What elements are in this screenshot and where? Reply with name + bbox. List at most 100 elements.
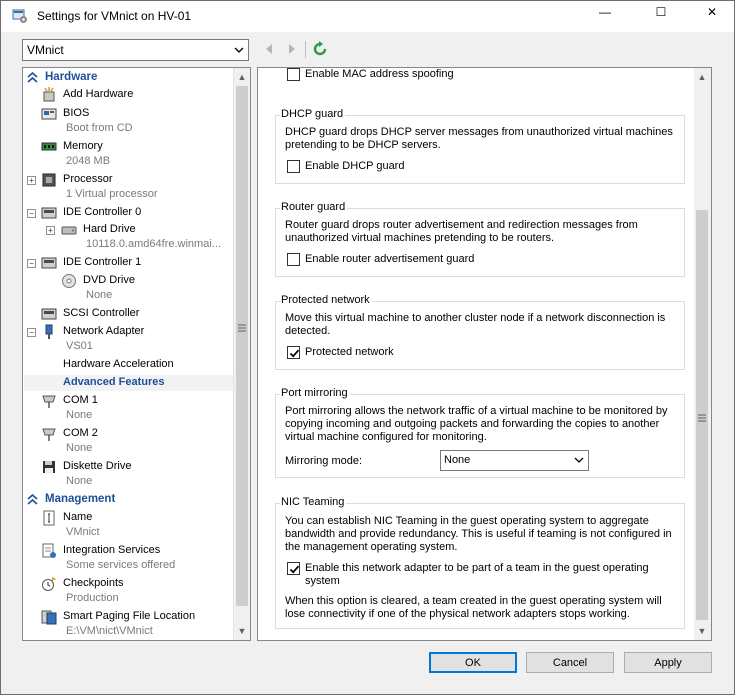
- grip-icon: [698, 413, 706, 422]
- tree-scrollbar[interactable]: ▲ ▼: [233, 68, 250, 640]
- nic-teaming-description: You can establish NIC Teaming in the gue…: [285, 515, 672, 553]
- protected-network-description: Move this virtual machine to another clu…: [285, 312, 666, 337]
- sidebar-item-label: Name: [63, 511, 93, 523]
- sidebar-item-memory[interactable]: Memory: [23, 139, 233, 155]
- sidebar-item-label: IDE Controller 0: [63, 206, 142, 218]
- sidebar-item-ide-controller-0[interactable]: IDE Controller 0: [23, 205, 233, 221]
- title-bar: Settings for VMnict on HV-01 — ☐ ✕: [1, 1, 734, 32]
- mac-spoofing-checkbox[interactable]: [287, 68, 300, 81]
- sidebar-item-label: Hardware Acceleration: [63, 358, 174, 370]
- sidebar-item-ide-controller-1[interactable]: IDE Controller 1: [23, 255, 233, 271]
- mirroring-mode-label: Mirroring mode:: [285, 455, 363, 467]
- sidebar-item-hard-drive[interactable]: Hard Drive: [23, 222, 233, 238]
- sidebar-item-hardware-acceleration[interactable]: Hardware Acceleration: [23, 357, 233, 373]
- sidebar-item-detail: None: [66, 442, 93, 454]
- cancel-button[interactable]: Cancel: [526, 652, 614, 673]
- sidebar-item-label: Diskette Drive: [63, 460, 132, 472]
- scsi-controller-icon: [41, 306, 57, 322]
- chevron-down-icon: [574, 455, 584, 465]
- sidebar-item-label: BIOS: [63, 107, 90, 119]
- sidebar-item-label: Smart Paging File Location: [63, 610, 196, 622]
- nic-teaming-checkbox[interactable]: [287, 562, 300, 575]
- sidebar-item-scsi-controller[interactable]: SCSI Controller: [23, 306, 233, 322]
- sidebar-item-label: Advanced Features: [63, 376, 165, 388]
- sidebar-item-label: Network Adapter: [63, 325, 145, 337]
- collapse-chevron-icon: [27, 71, 38, 83]
- smart-paging-icon: [41, 609, 57, 625]
- scroll-down-icon[interactable]: ▼: [694, 623, 710, 639]
- back-arrow-icon[interactable]: [263, 41, 275, 57]
- protected-network-title: Protected network: [280, 294, 372, 306]
- scroll-down-icon[interactable]: ▼: [234, 623, 250, 639]
- bios-icon: [41, 106, 57, 122]
- sidebar-item-bios[interactable]: BIOS: [23, 106, 233, 122]
- sidebar-item-detail: None: [66, 475, 93, 487]
- window-title: Settings for VMnict on HV-01: [37, 9, 192, 23]
- scroll-up-icon[interactable]: ▲: [234, 69, 250, 85]
- forward-arrow-icon[interactable]: [286, 41, 298, 57]
- toolbar-divider: [305, 41, 306, 58]
- com-port-icon: [41, 426, 57, 442]
- sidebar-item-label: Hard Drive: [83, 223, 136, 235]
- scroll-up-icon[interactable]: ▲: [694, 69, 710, 85]
- apply-button[interactable]: Apply: [624, 652, 712, 673]
- details-panel: Enable MAC address spoofing DHCP guard D…: [257, 67, 712, 641]
- sidebar-item-com-1[interactable]: COM 1: [23, 393, 233, 409]
- vm-selector[interactable]: VMnict: [22, 39, 249, 61]
- sidebar-item-advanced-features[interactable]: Advanced Features: [23, 375, 233, 391]
- memory-icon: [41, 139, 57, 155]
- sidebar-item-diskette-drive[interactable]: Diskette Drive: [23, 459, 233, 475]
- sidebar-item-smart-paging[interactable]: Smart Paging File Location: [23, 609, 233, 625]
- sidebar-item-detail: 10118.0.amd64fre.winmai...: [86, 238, 221, 250]
- sidebar-item-integration-services[interactable]: Integration Services: [23, 543, 233, 559]
- hard-drive-icon: [61, 222, 77, 238]
- sidebar-item-name[interactable]: Name: [23, 510, 233, 526]
- sidebar-item-processor[interactable]: Processor: [23, 172, 233, 188]
- mirroring-mode-select[interactable]: None: [440, 450, 589, 471]
- settings-window: Settings for VMnict on HV-01 — ☐ ✕ VMnic…: [0, 0, 735, 695]
- dhcp-guard-description: DHCP guard drops DHCP server messages fr…: [285, 126, 673, 151]
- management-section-header[interactable]: Management: [23, 492, 233, 508]
- protected-network-label: Protected network: [305, 346, 394, 358]
- router-guard-label: Enable router advertisement guard: [305, 253, 475, 265]
- sidebar-item-checkpoints[interactable]: Checkpoints: [23, 576, 233, 592]
- integration-services-icon: [41, 543, 57, 559]
- add-hardware-icon: [41, 87, 57, 103]
- router-guard-description: Router guard drops router advertisement …: [285, 219, 638, 244]
- dhcp-guard-title: DHCP guard: [280, 108, 346, 120]
- settings-tree: Hardware Add Hardware BIOS Boot from CD …: [22, 67, 251, 641]
- protected-network-checkbox[interactable]: [287, 346, 300, 359]
- sidebar-item-detail: 1 Virtual processor: [66, 188, 158, 200]
- collapse-chevron-icon: [27, 493, 38, 505]
- ide-controller-icon: [41, 255, 57, 271]
- mac-spoofing-label: Enable MAC address spoofing: [305, 68, 454, 80]
- sidebar-item-add-hardware[interactable]: Add Hardware: [23, 87, 233, 103]
- settings-window-icon: [12, 8, 28, 24]
- sidebar-item-detail: 2048 MB: [66, 155, 111, 167]
- dhcp-guard-checkbox[interactable]: [287, 160, 300, 173]
- router-guard-checkbox[interactable]: [287, 253, 300, 266]
- sidebar-item-label: COM 2: [63, 427, 98, 439]
- sidebar-item-label: IDE Controller 1: [63, 256, 142, 268]
- sidebar-item-detail: VMnict: [66, 526, 100, 538]
- name-icon: [41, 510, 57, 526]
- maximize-button[interactable]: ☐: [644, 1, 678, 23]
- sidebar-item-detail: E:\VM\nict\VMnict: [66, 625, 153, 637]
- minimize-button[interactable]: —: [588, 1, 622, 23]
- sidebar-item-dvd-drive[interactable]: DVD Drive: [23, 273, 233, 289]
- details-scrollbar[interactable]: ▲ ▼: [694, 68, 711, 640]
- sidebar-item-label: Memory: [63, 140, 103, 152]
- hardware-section-header[interactable]: Hardware: [23, 70, 233, 86]
- sidebar-item-label: Checkpoints: [63, 577, 124, 589]
- sidebar-item-label: Processor: [63, 173, 113, 185]
- sidebar-item-detail: Boot from CD: [66, 122, 133, 134]
- sidebar-item-com-2[interactable]: COM 2: [23, 426, 233, 442]
- ok-button[interactable]: OK: [429, 652, 517, 673]
- sidebar-item-detail: None: [66, 409, 93, 421]
- sidebar-item-detail: None: [86, 289, 113, 301]
- sidebar-item-network-adapter[interactable]: Network Adapter: [23, 324, 233, 340]
- refresh-icon[interactable]: [311, 40, 329, 58]
- close-button[interactable]: ✕: [691, 1, 733, 23]
- scrollbar-thumb[interactable]: [236, 86, 248, 606]
- sidebar-item-label: Add Hardware: [63, 88, 134, 100]
